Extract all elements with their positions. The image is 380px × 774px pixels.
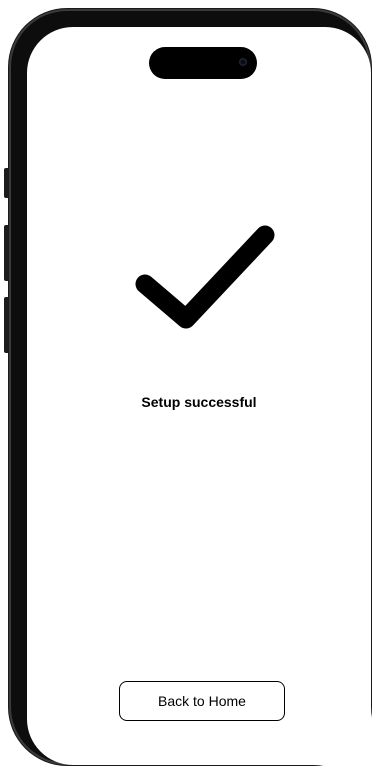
checkmark-icon: [135, 225, 275, 329]
screen: Setup successful Back to Home: [27, 27, 371, 765]
dynamic-island: [149, 47, 257, 79]
back-to-home-button[interactable]: Back to Home: [119, 681, 285, 721]
camera-icon: [239, 58, 247, 66]
device-stage: Setup successful Back to Home: [0, 0, 380, 774]
success-message: Setup successful: [141, 394, 257, 410]
phone-frame: Setup successful Back to Home: [9, 9, 371, 765]
